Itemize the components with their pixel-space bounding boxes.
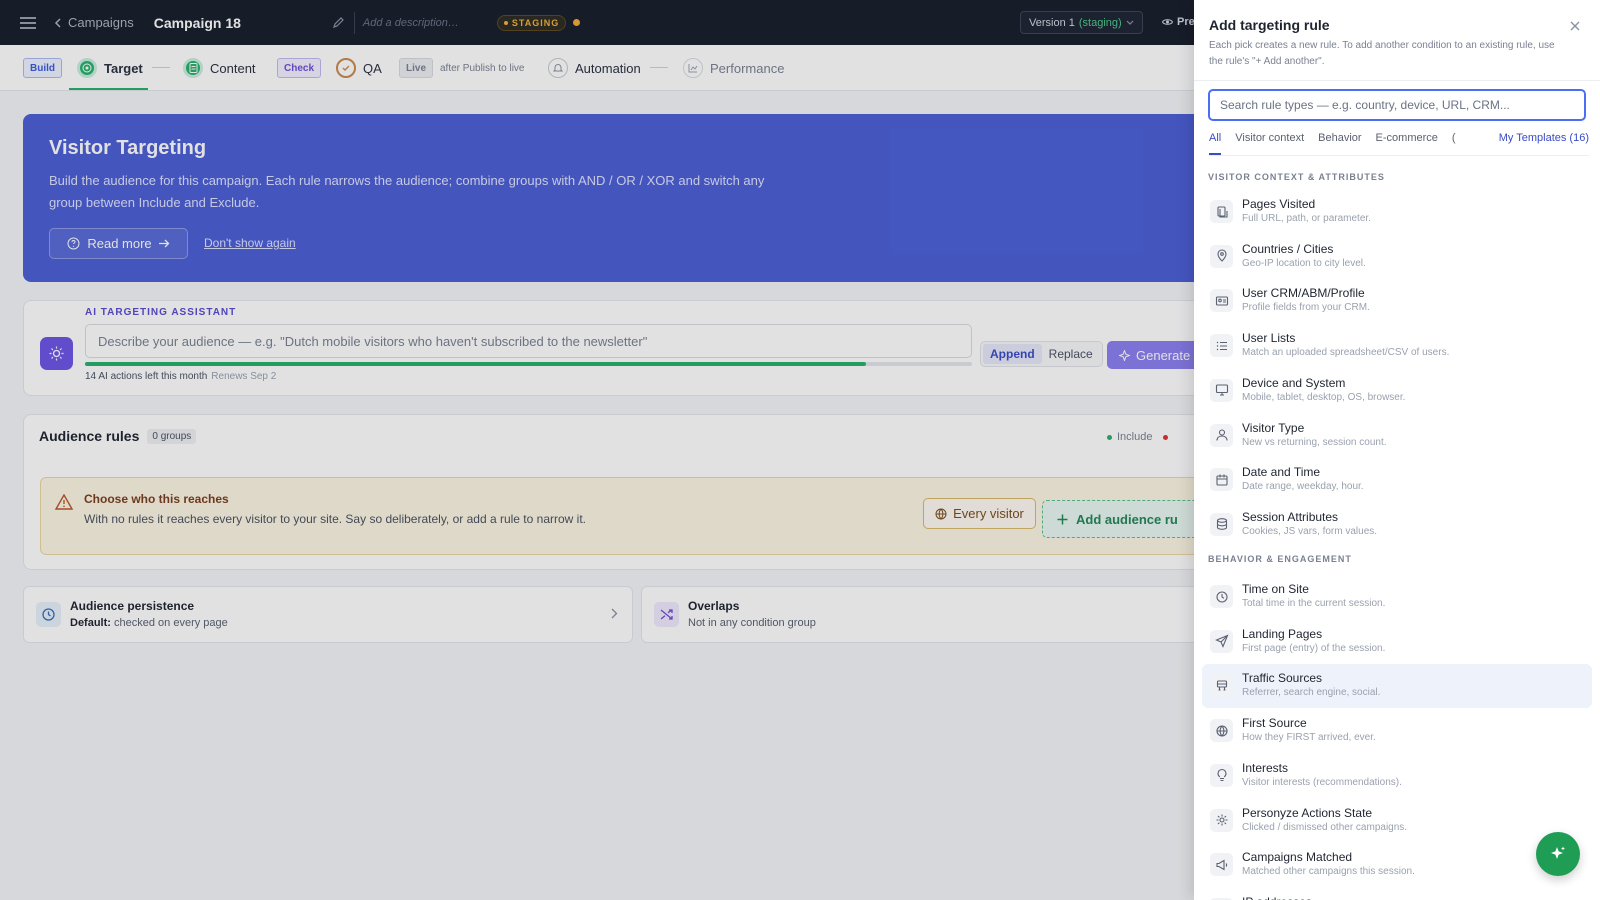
rule-type-description: Cookies, JS vars, form values.: [1242, 525, 1378, 537]
rule-type-description: Geo-IP location to city level.: [1242, 257, 1366, 269]
ai-assistant-fab[interactable]: [1536, 832, 1580, 876]
rule-type-item[interactable]: Device and System Mobile, tablet, desktop…: [1202, 369, 1592, 413]
database-icon: [1210, 512, 1233, 536]
tab-all[interactable]: All: [1209, 132, 1222, 155]
rule-type-description: Match an uploaded spreadsheet/CSV of use…: [1242, 347, 1450, 359]
rule-type-item[interactable]: Pages Visited Full URL, path, or paramete…: [1202, 190, 1592, 234]
rule-type-title: Traffic Sources: [1242, 671, 1323, 686]
rule-type-title: IP addresses: [1242, 895, 1312, 900]
rule-type-title: Device and System: [1242, 375, 1346, 390]
rule-type-title: Campaigns Matched: [1242, 850, 1353, 865]
gear-icon: [1210, 808, 1233, 832]
rule-type-item[interactable]: Interests Visitor interests (recommendati…: [1202, 754, 1592, 798]
rule-type-search-input[interactable]: Search rule types — e.g. country, device…: [1208, 89, 1586, 121]
rule-type-title: Time on Site: [1242, 582, 1309, 596]
calendar-icon: [1210, 468, 1233, 492]
rule-type-description: Full URL, path, or parameter.: [1242, 213, 1371, 224]
rule-type-item[interactable]: IP addresses: [1202, 888, 1592, 900]
globe-icon: [1210, 719, 1233, 743]
id-card-icon: [1210, 289, 1233, 313]
megaphone-icon: [1210, 853, 1233, 877]
sparkles-icon: [1549, 845, 1567, 863]
rule-type-title: Countries / Cities: [1242, 241, 1334, 256]
rule-type-item[interactable]: Visitor Type New vs returning, session co…: [1202, 414, 1592, 458]
rule-type-item[interactable]: First Source How they FIRST arrived, ever…: [1202, 709, 1592, 753]
rule-type-description: Referrer, search engine, social.: [1242, 687, 1381, 699]
rule-type-title: Personyze Actions State: [1242, 805, 1373, 820]
rule-type-item[interactable]: Date and Time Date range, weekday, hour.: [1202, 458, 1592, 502]
monitor-icon: [1210, 378, 1233, 402]
rule-type-description: New vs returning, session count.: [1242, 436, 1387, 448]
rule-type-description: Clicked / dismissed other campaigns.: [1242, 821, 1408, 833]
rule-type-item[interactable]: User Lists Match an uploaded spreadsheet/…: [1202, 324, 1592, 368]
panel-subtitle: Each pick creates a new rule. To add ano…: [1209, 40, 1555, 67]
lightbulb-icon: [1210, 763, 1233, 787]
add-targeting-rule-panel: Add targeting rule Each pick creates a n…: [1194, 0, 1600, 900]
close-icon[interactable]: [1570, 21, 1580, 31]
rule-type-description: Profile fields from your CRM.: [1242, 302, 1370, 314]
rule-type-description: How they FIRST arrived, ever.: [1242, 732, 1376, 744]
rule-type-description: Mobile, tablet, desktop, OS, browser.: [1242, 391, 1406, 403]
tab-overflow[interactable]: (: [1452, 132, 1456, 155]
rule-type-title: Visitor Type: [1242, 420, 1305, 435]
user-icon: [1210, 423, 1233, 447]
rule-type-title: User CRM/ABM/Profile: [1242, 286, 1365, 301]
tab-ecommerce[interactable]: E-commerce: [1376, 132, 1438, 155]
list-icon: [1210, 334, 1233, 358]
divider: [1194, 80, 1600, 81]
modal-backdrop[interactable]: [0, 0, 1194, 900]
rule-type-item[interactable]: Landing Pages First page (entry) of the s…: [1202, 620, 1592, 664]
rule-type-title: Pages Visited: [1242, 197, 1316, 211]
pages-icon: [1210, 200, 1233, 223]
section-heading-behavior: BEHAVIOR & ENGAGEMENT: [1208, 554, 1352, 564]
rule-type-title: Session Attributes: [1242, 509, 1339, 524]
rule-type-title: Landing Pages: [1242, 626, 1323, 641]
rule-category-tabs: All Visitor context Behavior E-commerce …: [1209, 132, 1589, 156]
rule-type-item[interactable]: Traffic Sources Referrer, search engine, …: [1202, 664, 1592, 709]
location-pin-icon: [1210, 244, 1233, 268]
section-heading-visitor-context: VISITOR CONTEXT & ATTRIBUTES: [1208, 172, 1385, 182]
send-icon: [1210, 629, 1233, 653]
rule-type-title: Date and Time: [1242, 465, 1321, 480]
rule-type-description: Matched other campaigns this session.: [1242, 866, 1415, 878]
rule-type-description: First page (entry) of the session.: [1242, 642, 1386, 654]
rule-type-title: First Source: [1242, 716, 1307, 731]
rule-type-title: Interests: [1242, 760, 1289, 775]
rule-type-item[interactable]: Countries / Cities Geo-IP location to cit…: [1202, 235, 1592, 279]
tab-my-templates[interactable]: My Templates (16): [1499, 132, 1589, 155]
rule-type-item[interactable]: Personyze Actions State Clicked / dismiss…: [1202, 799, 1592, 843]
rule-type-description: Total time in the current session.: [1242, 598, 1386, 609]
rule-type-title: User Lists: [1242, 331, 1296, 346]
rule-type-description: Date range, weekday, hour.: [1242, 481, 1364, 493]
rule-type-item[interactable]: Time on Site Total time in the current se…: [1202, 575, 1592, 619]
rule-type-item[interactable]: Session Attributes Cookies, JS vars, form…: [1202, 503, 1592, 547]
traffic-icon: [1210, 674, 1233, 698]
panel-title: Add targeting rule: [1209, 17, 1330, 33]
clock-icon: [1210, 585, 1233, 608]
rule-type-item[interactable]: Campaigns Matched Matched other campaigns…: [1202, 843, 1592, 887]
rule-type-description: Visitor interests (recommendations).: [1242, 776, 1402, 788]
tab-behavior[interactable]: Behavior: [1318, 132, 1361, 155]
tab-visitor-context[interactable]: Visitor context: [1235, 132, 1304, 155]
rule-type-item[interactable]: User CRM/ABM/Profile Profile fields from …: [1202, 279, 1592, 323]
